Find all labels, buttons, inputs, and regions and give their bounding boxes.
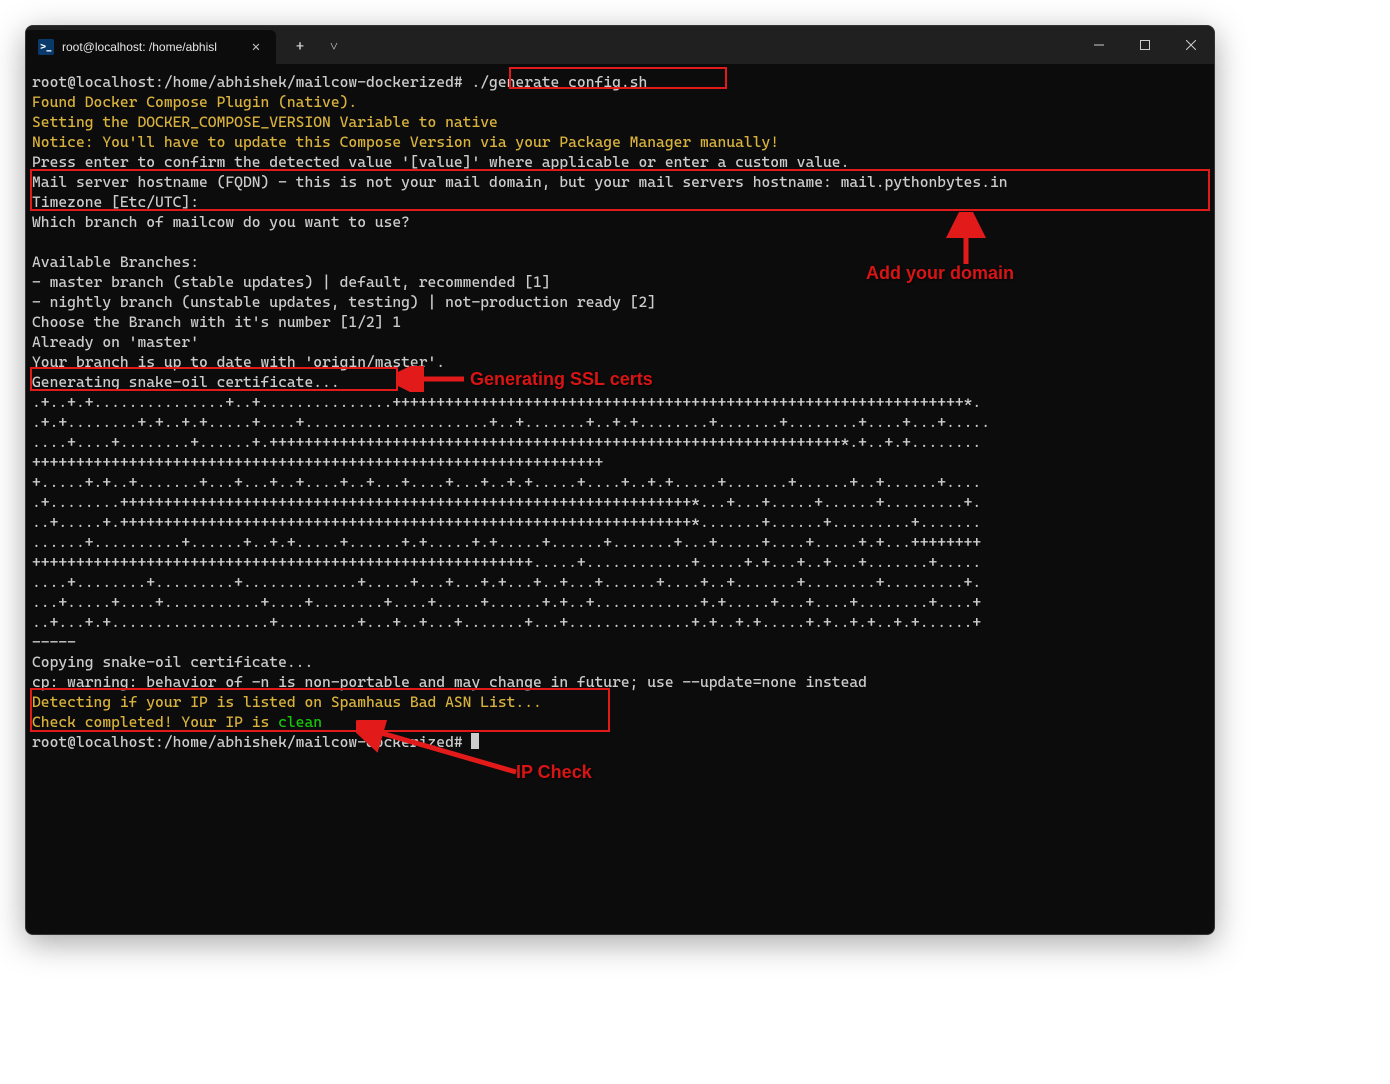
- close-window-button[interactable]: [1168, 26, 1214, 64]
- output-line: Your branch is up to date with 'origin/m…: [32, 353, 445, 371]
- tab-title: root@localhost: /home/abhisl: [62, 40, 238, 54]
- prompt-user: root@localhost: [32, 733, 155, 751]
- window-controls: [1076, 26, 1214, 64]
- command: ./generate_config.sh: [471, 73, 647, 91]
- output-line: Detecting if your IP is listed on Spamha…: [32, 693, 542, 711]
- output-line: Choose the Branch with it's number [1/2]…: [32, 313, 401, 331]
- prompt-user: root@localhost: [32, 73, 155, 91]
- output-line-prefix: Check completed! Your IP is: [32, 713, 278, 731]
- tab-actions: + ˅: [276, 26, 350, 64]
- prompt-path: :/home/abhishek/mailcow-dockerized#: [155, 733, 471, 751]
- titlebar: >_ root@localhost: /home/abhisl ✕ + ˅: [26, 26, 1214, 64]
- prompt-path: :/home/abhishek/mailcow-dockerized#: [155, 73, 471, 91]
- output-line: Setting the DOCKER_COMPOSE_VERSION Varia…: [32, 113, 498, 131]
- tab-active[interactable]: >_ root@localhost: /home/abhisl ✕: [26, 30, 276, 64]
- output-line: Already on 'master': [32, 333, 199, 351]
- new-tab-button[interactable]: +: [284, 31, 316, 63]
- output-line: - master branch (stable updates) | defau…: [32, 273, 551, 291]
- minimize-button[interactable]: [1076, 26, 1122, 64]
- output-line: Available Branches:: [32, 253, 199, 271]
- output-line: Found Docker Compose Plugin (native).: [32, 93, 357, 111]
- annotation-label-ip-check: IP Check: [516, 762, 592, 783]
- output-line: Generating snake-oil certificate...: [32, 373, 340, 391]
- maximize-button[interactable]: [1122, 26, 1168, 64]
- terminal-window: >_ root@localhost: /home/abhisl ✕ + ˅ ro…: [25, 25, 1215, 935]
- cursor: [471, 733, 479, 749]
- tab-close-button[interactable]: ✕: [246, 37, 266, 57]
- output-line: cp: warning: behavior of -n is non-porta…: [32, 673, 867, 691]
- output-line: Notice: You'll have to update this Compo…: [32, 133, 779, 151]
- output-line: Which branch of mailcow do you want to u…: [32, 213, 410, 231]
- titlebar-spacer: [350, 26, 1076, 64]
- output-clean: clean: [278, 713, 322, 731]
- output-line: Timezone [Etc/UTC]:: [32, 193, 199, 211]
- output-line: - nightly branch (unstable updates, test…: [32, 293, 656, 311]
- terminal-body[interactable]: root@localhost:/home/abhishek/mailcow-do…: [26, 64, 1214, 760]
- output-line: Mail server hostname (FQDN) - this is no…: [32, 173, 1008, 191]
- tab-dropdown-button[interactable]: ˅: [318, 31, 350, 63]
- ssl-output: .+..+.+...............+..+..............…: [32, 393, 990, 651]
- output-line: Press enter to confirm the detected valu…: [32, 153, 849, 171]
- powershell-icon: >_: [38, 39, 54, 55]
- output-line: Copying snake-oil certificate...: [32, 653, 313, 671]
